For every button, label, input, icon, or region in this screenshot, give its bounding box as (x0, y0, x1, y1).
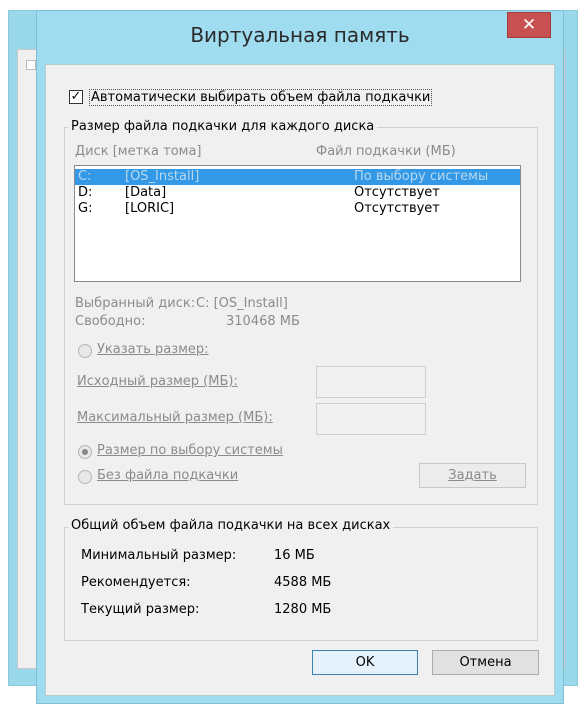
drive-label: [OS_Install] (125, 169, 200, 184)
column-header-file: Файл подкачки (МБ) (316, 144, 456, 159)
min-size-value: 16 МБ (274, 548, 315, 563)
max-size-input[interactable] (316, 403, 426, 435)
virtual-memory-dialog: Виртуальная память ✕ ✓ Автоматически выб… (36, 10, 564, 704)
checkmark-icon: ✓ (70, 89, 82, 104)
drive-label: [LORIC] (125, 201, 175, 216)
free-space-value: 310468 МБ (226, 314, 300, 329)
column-header-disk: Диск [метка тома] (75, 144, 202, 159)
title-bar[interactable]: Виртуальная память ✕ (37, 11, 563, 65)
current-size-value: 1280 МБ (274, 602, 332, 617)
custom-size-label-text: Указать размер: (97, 342, 209, 357)
custom-size-radio[interactable] (78, 344, 92, 358)
background-field (26, 60, 36, 70)
recommended-value: 4588 МБ (274, 575, 332, 590)
max-size-label: Максимальный размер (МБ): (77, 410, 273, 425)
no-paging-label[interactable]: Без файла подкачки (97, 468, 238, 483)
system-managed-radio[interactable] (78, 445, 92, 459)
dialog-client-area: ✓ Автоматически выбирать объем файла под… (45, 64, 555, 696)
drive-label: [Data] (125, 185, 167, 200)
drive-row-c[interactable]: C: [OS_Install] По выбору системы (75, 169, 520, 185)
paging-group-title: Размер файла подкачки для каждого диска (68, 119, 378, 134)
min-size-label: Минимальный размер: (81, 548, 237, 563)
custom-size-label[interactable]: Указать размер: (97, 342, 209, 357)
ok-button[interactable]: OK (312, 650, 418, 675)
drive-paging-value: По выбору системы (354, 169, 489, 184)
drive-paging-value: Отсутствует (354, 185, 440, 200)
drive-list[interactable]: C: [OS_Install] По выбору системы D: [Da… (74, 165, 521, 282)
system-managed-label[interactable]: Размер по выбору системы (97, 443, 283, 458)
drive-letter: C: (78, 169, 92, 184)
close-icon: ✕ (521, 15, 537, 35)
drive-row-g[interactable]: G: [LORIC] Отсутствует (75, 201, 520, 217)
drive-row-d[interactable]: D: [Data] Отсутствует (75, 185, 520, 201)
auto-manage-label[interactable]: Автоматически выбирать объем файла подка… (89, 89, 433, 106)
selected-disk-value: C: [OS_Install] (196, 296, 288, 311)
set-button[interactable]: Задать (419, 463, 526, 488)
recommended-label: Рекомендуется: (81, 575, 191, 590)
close-button[interactable]: ✕ (507, 12, 551, 38)
current-size-label: Текущий размер: (81, 602, 200, 617)
initial-size-input[interactable] (316, 366, 426, 398)
no-paging-radio[interactable] (78, 470, 92, 484)
total-group-title: Общий объем файла подкачки на всех диска… (68, 518, 394, 533)
drive-letter: G: (78, 201, 93, 216)
free-space-label: Свободно: (75, 314, 146, 329)
initial-size-label: Исходный размер (МБ): (77, 374, 238, 389)
selected-disk-label: Выбранный диск: (75, 296, 196, 311)
drive-letter: D: (78, 185, 93, 200)
auto-manage-checkbox[interactable]: ✓ (69, 90, 83, 104)
dialog-title: Виртуальная память (190, 23, 410, 47)
cancel-button[interactable]: Отмена (432, 650, 539, 675)
drive-paging-value: Отсутствует (354, 201, 440, 216)
